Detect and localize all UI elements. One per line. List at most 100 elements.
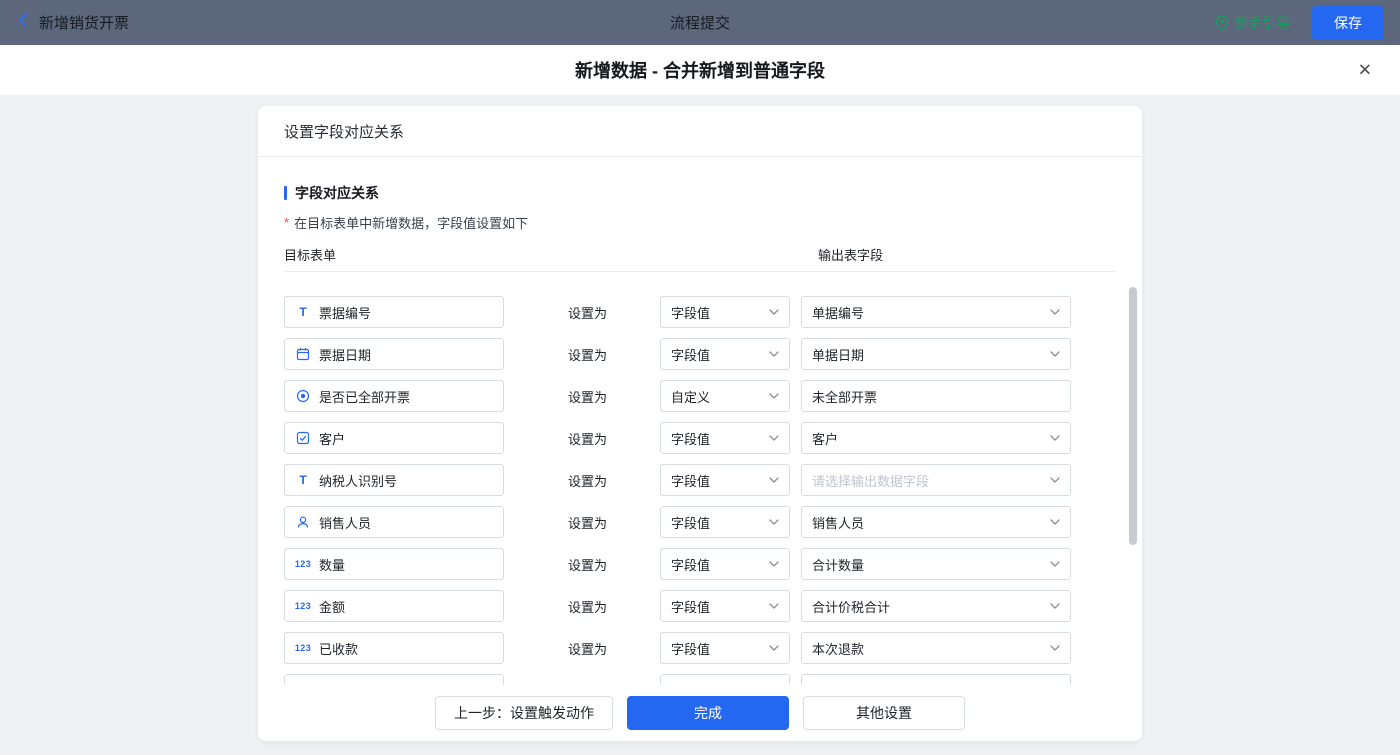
- mode-select-value: 字段值: [671, 303, 710, 322]
- chevron-down-icon: [769, 351, 779, 357]
- chevron-down-icon: [1050, 309, 1060, 315]
- set-as-label: 设置为: [568, 303, 610, 322]
- save-button[interactable]: 保存: [1312, 6, 1384, 40]
- back-button[interactable]: [14, 11, 32, 34]
- set-as-label: 设置为: [568, 639, 610, 658]
- mode-select[interactable]: 字段值: [660, 338, 790, 370]
- chevron-down-icon: [1050, 351, 1060, 357]
- output-field-select[interactable]: 客户: [801, 422, 1071, 454]
- mode-select[interactable]: 字段值: [660, 506, 790, 538]
- mode-select-value: 字段值: [671, 639, 710, 658]
- chevron-left-icon: [14, 11, 32, 34]
- mode-select[interactable]: 字段值: [660, 590, 790, 622]
- field-mapping-row: 销售人员 设置为 字段值 销售人员: [284, 501, 1116, 543]
- field-mapping-row: 是否已全部开票 设置为 自定义 未全部开票: [284, 375, 1116, 417]
- set-as-label: 设置为: [568, 555, 610, 574]
- mode-select-value: 自定义: [671, 387, 710, 406]
- set-as-label: 设置为: [568, 429, 610, 448]
- rows-viewport: T 票据编号 设置为 字段值 单据编号 票据日期 设置为 字段值 单据日期: [284, 272, 1116, 693]
- mode-select-value: 字段值: [671, 513, 710, 532]
- output-field-select[interactable]: 请选择输出数据字段: [801, 464, 1071, 496]
- chevron-down-icon: [769, 393, 779, 399]
- chevron-down-icon: [1050, 435, 1060, 441]
- target-field-box[interactable]: T 票据编号: [284, 296, 504, 328]
- done-button[interactable]: 完成: [627, 696, 789, 730]
- chevron-down-icon: [1050, 519, 1060, 525]
- panel-title: 设置字段对应关系: [258, 106, 1142, 157]
- output-field-select[interactable]: 销售人员: [801, 506, 1071, 538]
- output-field-select[interactable]: 合计数量: [801, 548, 1071, 580]
- previous-step-button[interactable]: 上一步：设置触发动作: [435, 696, 613, 730]
- section-title: 字段对应关系: [295, 183, 379, 203]
- target-field-label: 数量: [319, 555, 345, 574]
- output-field-select[interactable]: 单据日期: [801, 338, 1071, 370]
- target-field-label: 纳税人识别号: [319, 471, 397, 490]
- target-field-box[interactable]: 123 金额: [284, 590, 504, 622]
- output-field-value: 本次退款: [812, 639, 864, 658]
- mode-select[interactable]: 字段值: [660, 632, 790, 664]
- mode-select[interactable]: 字段值: [660, 464, 790, 496]
- field-mapping-row: 客户 设置为 字段值 客户: [284, 417, 1116, 459]
- flow-title: 流程提交: [670, 12, 730, 33]
- target-field-box[interactable]: 票据日期: [284, 338, 504, 370]
- chevron-down-icon: [769, 435, 779, 441]
- mode-select-value: 字段值: [671, 345, 710, 364]
- chevron-down-icon: [769, 603, 779, 609]
- scrollbar-thumb[interactable]: [1129, 287, 1137, 545]
- output-field-select[interactable]: 合计价税合计: [801, 590, 1071, 622]
- field-mapping-row: 票据日期 设置为 字段值 单据日期: [284, 333, 1116, 375]
- target-field-label: 票据日期: [319, 345, 371, 364]
- dialog-title: 新增数据 - 合并新增到普通字段: [575, 57, 825, 83]
- target-field-box[interactable]: T 纳税人识别号: [284, 464, 504, 496]
- output-field-value: 单据日期: [812, 345, 864, 364]
- output-field-value: 合计数量: [812, 555, 864, 574]
- chevron-down-icon: [1050, 645, 1060, 651]
- output-field-value: 客户: [812, 429, 838, 448]
- mode-select[interactable]: 自定义: [660, 380, 790, 412]
- mode-select[interactable]: 字段值: [660, 422, 790, 454]
- mode-select-value: 字段值: [671, 555, 710, 574]
- output-field-select[interactable]: 本次退款: [801, 632, 1071, 664]
- target-field-box[interactable]: 客户: [284, 422, 504, 454]
- location-pin-icon: [1215, 15, 1229, 31]
- chevron-down-icon: [769, 477, 779, 483]
- mode-select[interactable]: 字段值: [660, 296, 790, 328]
- mode-select[interactable]: 字段值: [660, 548, 790, 580]
- target-field-box[interactable]: 销售人员: [284, 506, 504, 538]
- chevron-down-icon: [1050, 561, 1060, 567]
- output-field-value: 请选择输出数据字段: [812, 471, 929, 490]
- field-mapping-row: T 票据编号 设置为 字段值 单据编号: [284, 291, 1116, 333]
- output-field-value: 单据编号: [812, 303, 864, 322]
- output-field-select[interactable]: 未全部开票: [801, 380, 1071, 412]
- chevron-down-icon: [769, 309, 779, 315]
- app-title: 新增销货开票: [39, 12, 129, 33]
- mode-select-value: 字段值: [671, 429, 710, 448]
- output-field-select[interactable]: 单据编号: [801, 296, 1071, 328]
- beginner-guide-label: 新手引导: [1234, 13, 1290, 33]
- column-header-target: 目标表单: [284, 248, 336, 263]
- target-field-label: 客户: [319, 429, 345, 448]
- field-type-icon: [295, 347, 311, 361]
- field-type-icon: 123: [295, 601, 311, 611]
- close-button[interactable]: ✕: [1358, 62, 1372, 79]
- target-field-box[interactable]: 123 数量: [284, 548, 504, 580]
- chevron-down-icon: [1050, 603, 1060, 609]
- target-field-box[interactable]: 123 已收款: [284, 632, 504, 664]
- chevron-down-icon: [1050, 477, 1060, 483]
- field-type-icon: [295, 389, 311, 403]
- chevron-down-icon: [769, 645, 779, 651]
- target-field-label: 已收款: [319, 639, 358, 658]
- set-as-label: 设置为: [568, 597, 610, 616]
- required-asterisk: *: [284, 215, 289, 230]
- dialog-body: 设置字段对应关系 字段对应关系 * 在目标表单中新增数据，字段值设置如下 目标表…: [0, 95, 1400, 741]
- beginner-guide-link[interactable]: 新手引导: [1215, 13, 1290, 33]
- target-field-box[interactable]: 是否已全部开票: [284, 380, 504, 412]
- output-field-value: 未全部开票: [812, 387, 877, 406]
- close-icon: ✕: [1358, 61, 1372, 80]
- section-description: 在目标表单中新增数据，字段值设置如下: [294, 213, 528, 232]
- target-field-label: 票据编号: [319, 303, 371, 322]
- other-settings-button[interactable]: 其他设置: [803, 696, 965, 730]
- field-mapping-row: T 纳税人识别号 设置为 字段值 请选择输出数据字段: [284, 459, 1116, 501]
- set-as-label: 设置为: [568, 387, 610, 406]
- dialog-header: 新增数据 - 合并新增到普通字段 ✕: [0, 45, 1400, 95]
